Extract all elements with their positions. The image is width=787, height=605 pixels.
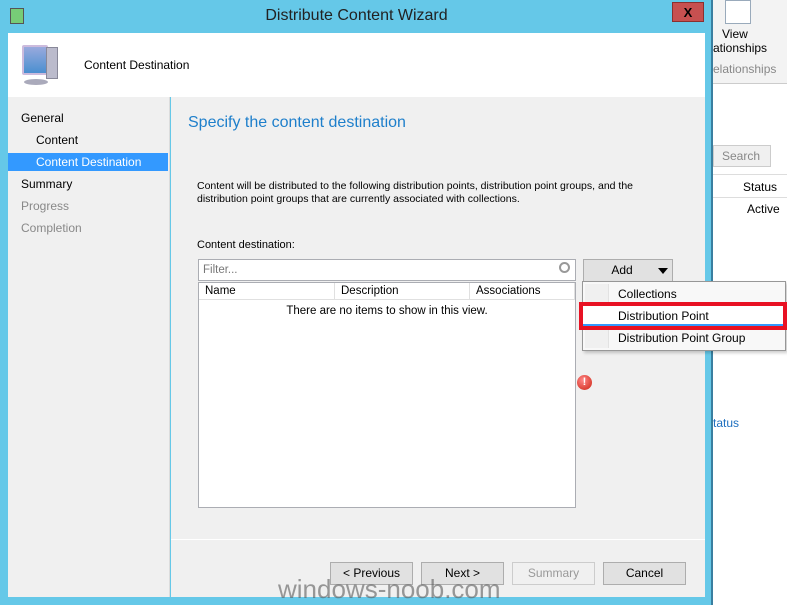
page-heading: Specify the content destination [188,114,406,131]
computer-icon [20,41,60,87]
nav-item-content[interactable]: Content [8,131,168,149]
filter-input[interactable]: Filter... [198,259,576,281]
search-icon[interactable] [559,262,570,273]
filter-placeholder: Filter... [203,264,238,276]
ribbon-group-label: elationships [713,62,777,76]
view-label[interactable]: View [722,27,748,41]
status-value: Active [747,202,780,216]
header-title: Content Destination [84,58,190,72]
error-icon: ! [577,375,592,390]
nav-item-summary[interactable]: Summary [8,175,168,193]
close-button[interactable]: X [672,2,704,22]
watermark: windows-noob.com [278,574,501,604]
content-destination-label: Content destination: [197,239,295,251]
column-header-description[interactable]: Description [335,283,470,300]
nav-item-completion: Completion [21,221,82,235]
destination-list[interactable]: Name Description Associations There are … [198,282,576,508]
relationships-label[interactable]: ationships [713,41,767,55]
nav-item-general[interactable]: General [8,109,168,127]
menu-item-collections[interactable]: Collections [618,284,677,304]
window-title: Distribute Content Wizard [265,7,448,24]
add-button[interactable]: Add [583,259,673,282]
footer-divider [171,539,705,540]
dropdown-arrow-icon [658,268,668,274]
view-relationships-icon[interactable] [725,0,751,24]
wizard-header: Content Destination [8,33,705,97]
ribbon: View ationships elationships [713,0,787,84]
add-label: Add [611,263,633,277]
search-button[interactable]: Search [713,145,771,167]
description-text: Content will be distributed to the follo… [197,180,634,205]
nav-item-progress: Progress [21,199,70,213]
column-header-associations[interactable]: Associations [470,283,575,300]
column-header-name[interactable]: Name [199,283,335,300]
summary-button: Summary [512,562,595,585]
empty-list-text: There are no items to show in this view. [286,305,488,317]
menu-item-distribution-point-group[interactable]: Distribution Point Group [618,328,745,348]
wizard-nav: General Content Content Destination Summ… [8,97,170,597]
status-link[interactable]: tatus [713,416,739,430]
cancel-button[interactable]: Cancel [603,562,686,585]
highlight-box [579,302,787,330]
nav-item-content-destination[interactable]: Content Destination [8,153,168,171]
status-column-header[interactable]: Status [713,174,787,198]
